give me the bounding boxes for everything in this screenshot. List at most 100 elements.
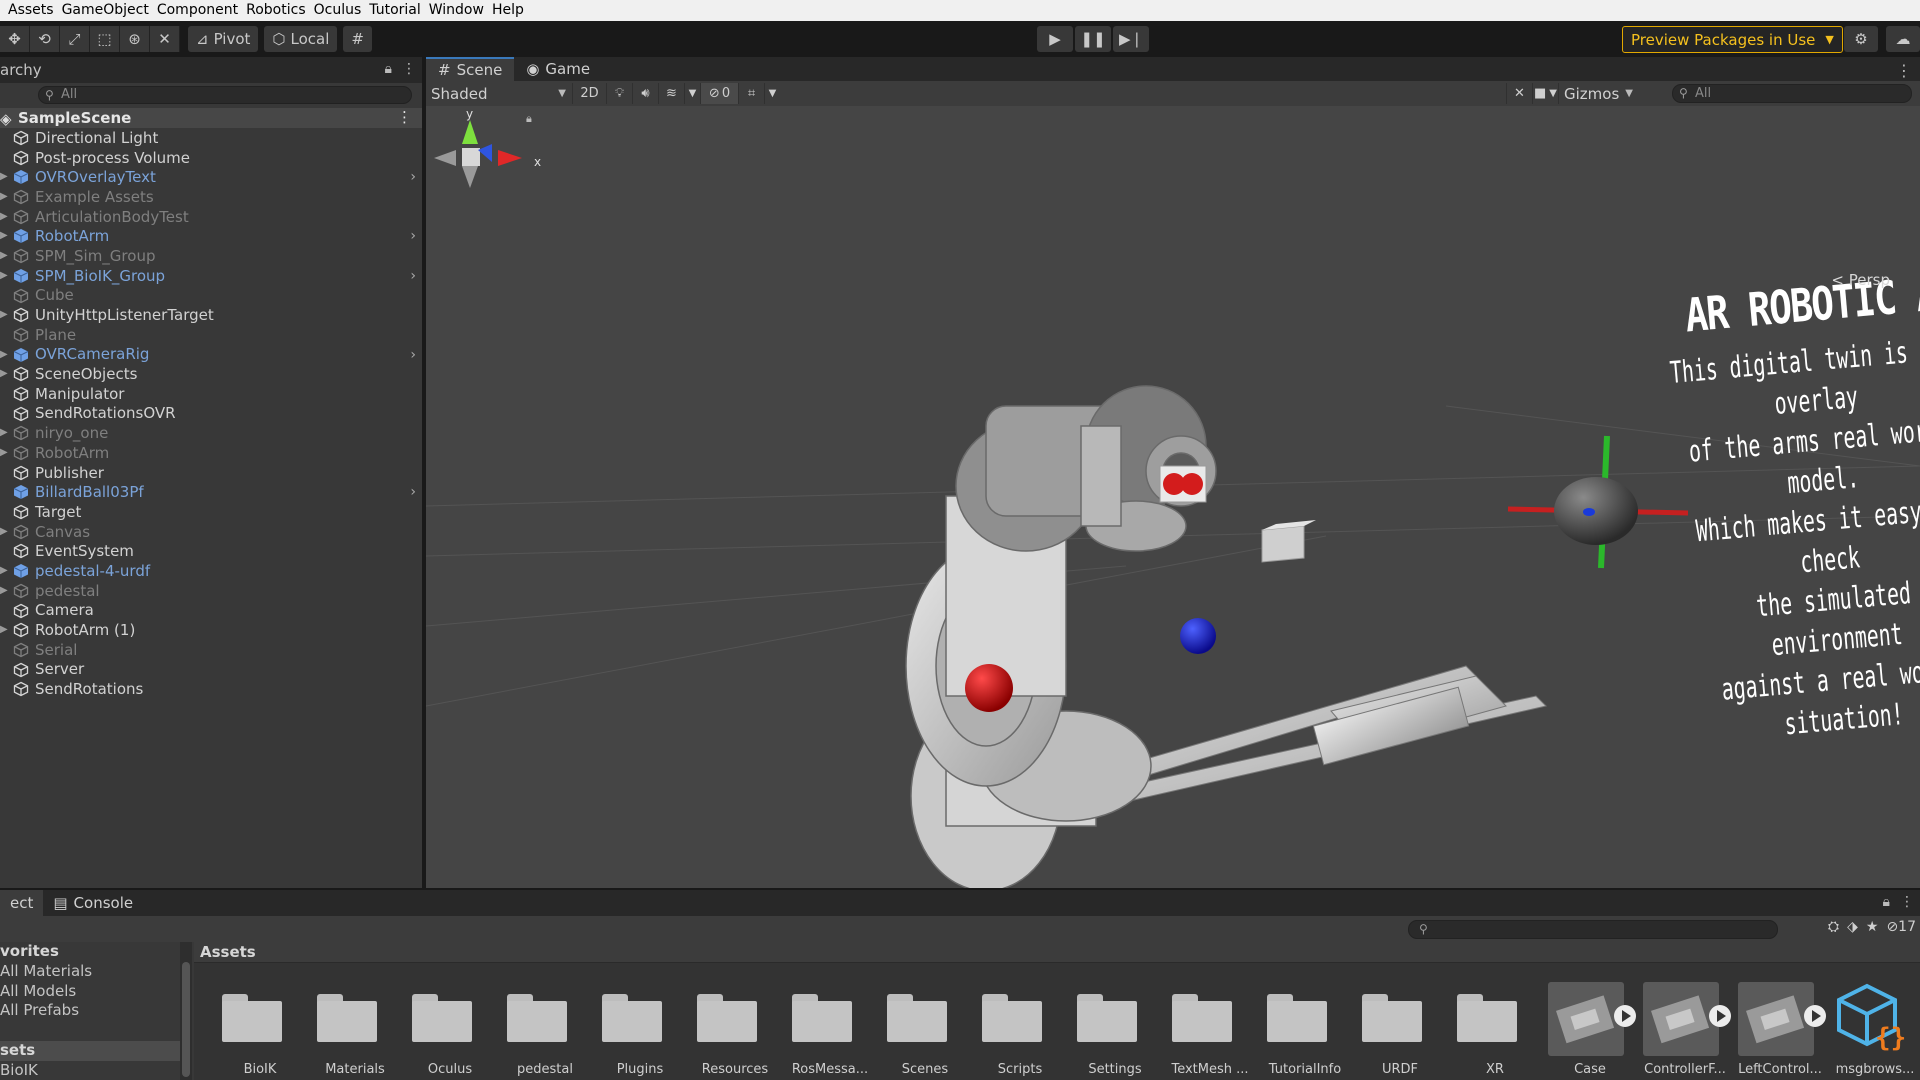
tab-scene[interactable]: # Scene	[426, 57, 515, 81]
more-menu-icon[interactable]: ⋮	[1900, 894, 1914, 910]
hierarchy-item[interactable]: ▶ UnityHttpListenerTarget	[0, 305, 422, 325]
hierarchy-item[interactable]: ▶ RobotArm	[0, 443, 422, 463]
expand-arrow-icon[interactable]: ▶	[0, 423, 8, 443]
hierarchy-item[interactable]: ▶ Example Assets	[0, 187, 422, 207]
expand-arrow-icon[interactable]: ▶	[0, 226, 8, 246]
project-tree-item[interactable]: All Models	[0, 982, 192, 1002]
scale-tool-icon[interactable]: ⤢	[60, 26, 90, 52]
expand-arrow-icon[interactable]: ▶	[0, 187, 8, 207]
asset-folder[interactable]: RosMessa...	[784, 980, 879, 1080]
project-tree-item[interactable]: All Prefabs	[0, 1001, 192, 1021]
asset-script[interactable]: {} msgbrows...	[1829, 980, 1920, 1080]
asset-folder[interactable]: Materials	[309, 980, 404, 1080]
hierarchy-item[interactable]: Publisher	[0, 463, 422, 483]
expand-arrow-icon[interactable]: ▶	[0, 167, 8, 187]
expand-play-icon[interactable]	[1614, 1005, 1636, 1027]
grid-snap-button[interactable]: #	[343, 26, 372, 52]
menu-item-assets[interactable]: Assets	[0, 0, 58, 21]
asset-folder[interactable]: Settings	[1069, 980, 1164, 1080]
expand-arrow-icon[interactable]: ▶	[0, 305, 8, 325]
camera-settings[interactable]: ■ ▼	[1532, 83, 1558, 104]
scene-more-menu-icon[interactable]: ⋮	[1896, 61, 1912, 80]
asset-folder[interactable]: TextMesh ...	[1164, 980, 1259, 1080]
expand-arrow-icon[interactable]: ▶	[0, 620, 8, 640]
label-tag-icon[interactable]: ⬗	[1847, 919, 1858, 935]
hierarchy-item[interactable]: ▶ pedestal	[0, 581, 422, 601]
scene-root-row[interactable]: ◈ SampleScene ⋮	[0, 108, 422, 128]
local-toggle[interactable]: ⬡ Local	[264, 26, 338, 52]
tab-console[interactable]: ▤ Console	[43, 890, 143, 916]
hierarchy-item[interactable]: Manipulator	[0, 384, 422, 404]
project-tree-item[interactable]: vorites	[0, 942, 192, 962]
more-menu-icon[interactable]: ⋮	[402, 61, 416, 77]
hierarchy-item[interactable]: SendRotations	[0, 679, 422, 699]
asset-folder[interactable]: Resources	[689, 980, 784, 1080]
eye-slash-icon[interactable]: ⊘17	[1886, 919, 1916, 935]
hierarchy-item[interactable]: Cube	[0, 286, 422, 306]
filter-type-icon[interactable]: ⛭	[1828, 919, 1839, 935]
hierarchy-item[interactable]: SendRotationsOVR	[0, 404, 422, 424]
rect-tool-icon[interactable]: ⬚	[90, 26, 120, 52]
hierarchy-item[interactable]: ▶ SPM_BioIK_Group ›	[0, 266, 422, 286]
asset-folder[interactable]: BioIK	[214, 980, 309, 1080]
scroll-thumb[interactable]	[182, 962, 190, 1077]
asset-model[interactable]: ControllerF...	[1639, 980, 1734, 1080]
hierarchy-item[interactable]: Server	[0, 660, 422, 680]
asset-folder[interactable]: Plugins	[594, 980, 689, 1080]
menu-item-help[interactable]: Help	[488, 0, 528, 21]
tab-project[interactable]: ect	[0, 890, 44, 916]
lock-icon[interactable]: 🔒︎	[385, 61, 392, 77]
hierarchy-item[interactable]: ▶ pedestal-4-urdf	[0, 561, 422, 581]
asset-folder[interactable]: Scenes	[879, 980, 974, 1080]
menu-item-tutorial[interactable]: Tutorial	[365, 0, 424, 21]
hierarchy-item[interactable]: ▶ OVROverlayText ›	[0, 167, 422, 187]
chevron-right-icon[interactable]: ›	[410, 345, 416, 365]
hierarchy-item[interactable]: Serial	[0, 640, 422, 660]
grid-toggle[interactable]: ⌗	[738, 83, 764, 104]
hierarchy-item[interactable]: ▶ RobotArm (1)	[0, 620, 422, 640]
menu-item-window[interactable]: Window	[425, 0, 488, 21]
project-tree-item[interactable]: BioIK	[0, 1061, 192, 1080]
gear-icon[interactable]: ⚙	[1844, 26, 1878, 52]
asset-model[interactable]: LeftControl...	[1734, 980, 1829, 1080]
chevron-right-icon[interactable]: ›	[410, 266, 416, 286]
move-tool-icon[interactable]: ✥	[0, 26, 30, 52]
hierarchy-item[interactable]: BillardBall03Pf ›	[0, 482, 422, 502]
tab-game[interactable]: ◉ Game	[514, 57, 602, 81]
asset-folder[interactable]: Oculus	[404, 980, 499, 1080]
step-button[interactable]: ▶❘	[1113, 26, 1149, 52]
orientation-gizmo[interactable]: y x 🔒︎	[426, 106, 546, 246]
hierarchy-item[interactable]: ▶ SPM_Sim_Group	[0, 246, 422, 266]
chevron-right-icon[interactable]: ›	[410, 482, 416, 502]
hierarchy-item[interactable]: Plane	[0, 325, 422, 345]
lock-icon[interactable]: 🔒︎	[1883, 894, 1890, 910]
asset-folder[interactable]: TutorialInfo	[1259, 980, 1354, 1080]
hierarchy-item[interactable]: ▶ RobotArm ›	[0, 226, 422, 246]
grid-dropdown[interactable]: ▼	[764, 83, 780, 104]
expand-arrow-icon[interactable]: ▶	[0, 207, 8, 227]
expand-arrow-icon[interactable]: ▶	[0, 345, 8, 365]
cloud-icon[interactable]: ☁	[1886, 26, 1920, 52]
menu-item-oculus[interactable]: Oculus	[310, 0, 366, 21]
scene-more-icon[interactable]: ⋮	[397, 108, 412, 126]
asset-folder[interactable]: XR	[1449, 980, 1544, 1080]
asset-folder[interactable]: pedestal	[499, 980, 594, 1080]
asset-model[interactable]: Case	[1544, 980, 1639, 1080]
expand-play-icon[interactable]	[1804, 1005, 1826, 1027]
hierarchy-item[interactable]: Directional Light	[0, 128, 422, 148]
hierarchy-item[interactable]: ▶ ArticulationBodyTest	[0, 207, 422, 227]
menu-item-robotics[interactable]: Robotics	[242, 0, 310, 21]
project-search-input[interactable]: ⚲	[1408, 920, 1778, 939]
expand-arrow-icon[interactable]: ▶	[0, 443, 8, 463]
menu-item-gameobject[interactable]: GameObject	[58, 0, 153, 21]
project-tree-item[interactable]: All Materials	[0, 962, 192, 982]
chevron-right-icon[interactable]: ›	[410, 226, 416, 246]
expand-arrow-icon[interactable]: ▶	[0, 522, 8, 542]
effects-dropdown[interactable]: ▼	[684, 83, 700, 104]
expand-arrow-icon[interactable]: ▶	[0, 266, 8, 286]
hierarchy-item[interactable]: ▶ SceneObjects	[0, 364, 422, 384]
tools-toggle[interactable]: ✕	[1506, 83, 1532, 104]
hidden-objects-toggle[interactable]: ⊘ 0	[700, 83, 738, 104]
hierarchy-search-input[interactable]: ⚲ All	[38, 86, 412, 104]
hierarchy-item[interactable]: ▶ OVRCameraRig ›	[0, 345, 422, 365]
